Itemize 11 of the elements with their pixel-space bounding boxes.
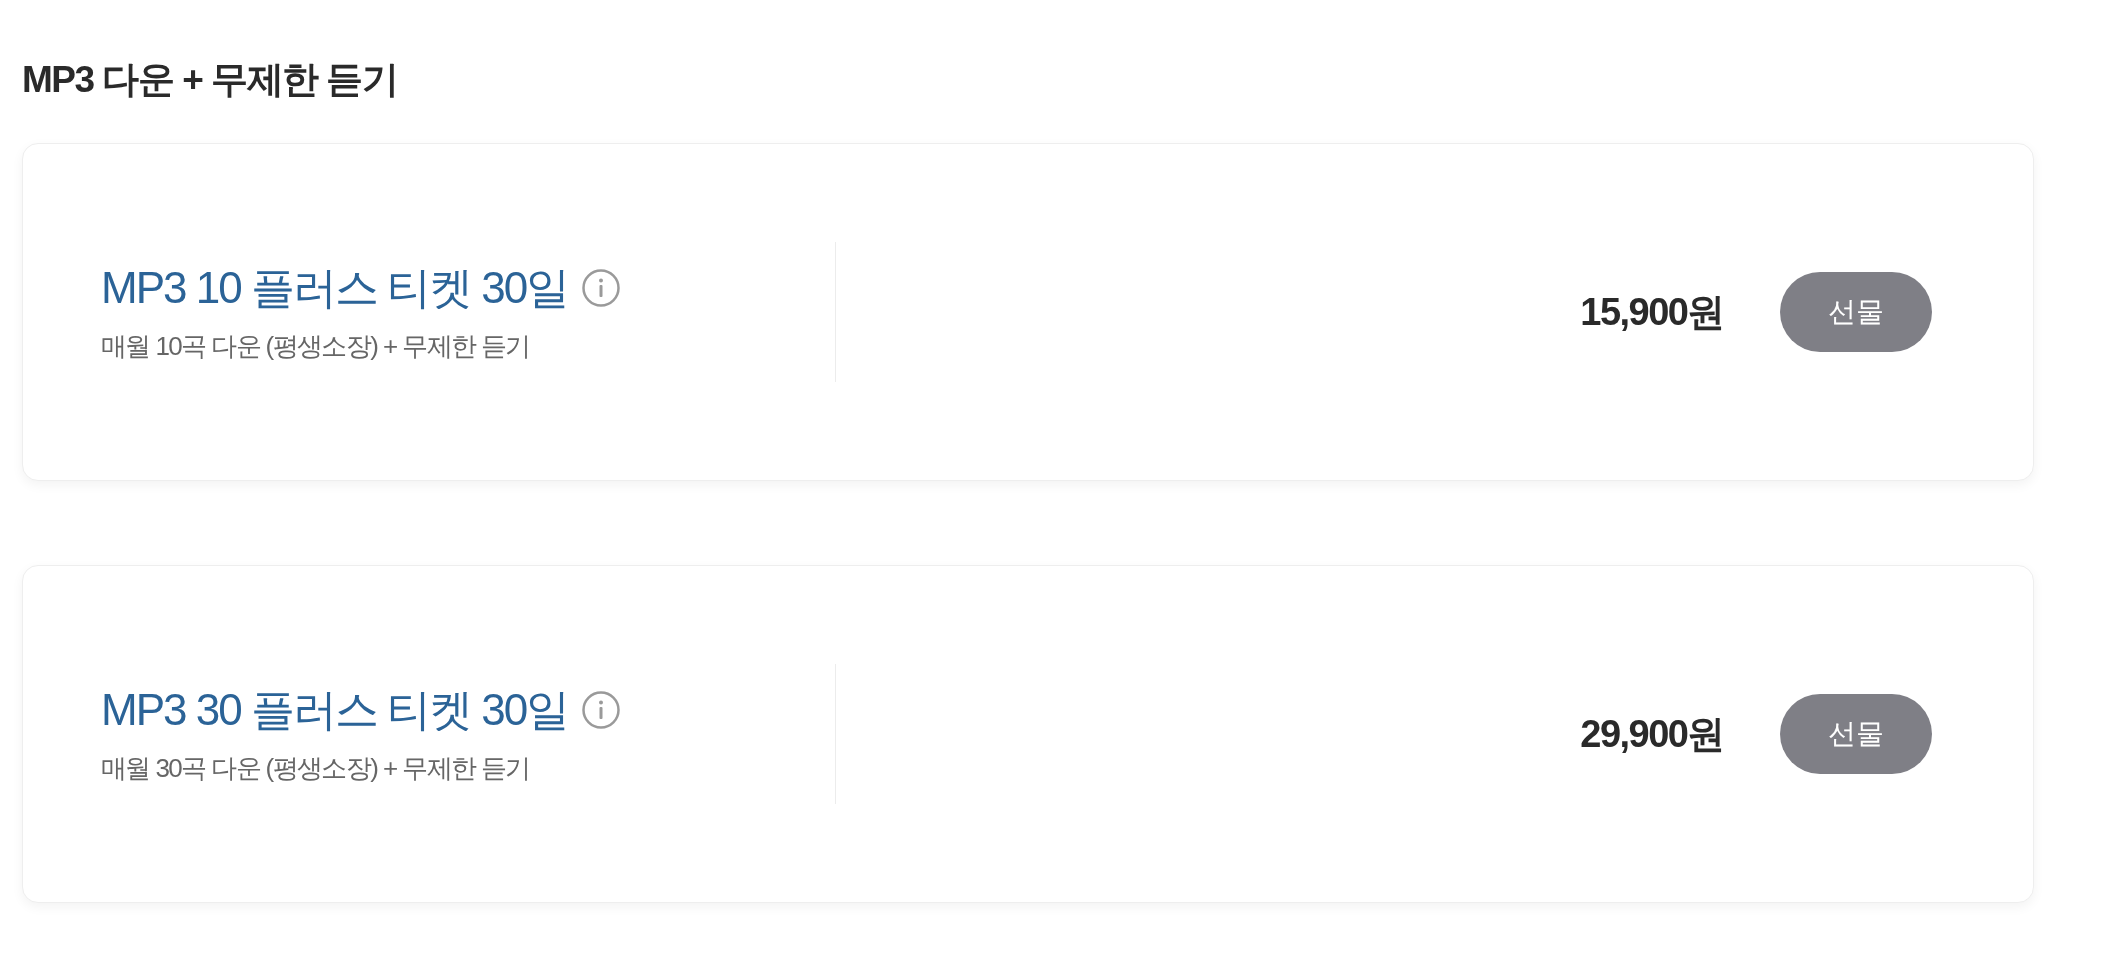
ticket-name: MP3 30 플러스 티켓 30일 — [101, 684, 569, 736]
ticket-description: 매월 30곡 다운 (평생소장) + 무제한 듣기 — [101, 752, 530, 785]
section-title: MP3 다운 + 무제한 듣기 — [22, 58, 398, 102]
gift-button[interactable]: 선물 — [1780, 272, 1932, 352]
ticket-price: 29,900원 — [1580, 712, 1724, 757]
info-icon[interactable] — [582, 691, 621, 729]
info-icon[interactable] — [582, 269, 621, 307]
ticket-description: 매월 10곡 다운 (평생소장) + 무제한 듣기 — [101, 330, 530, 363]
ticket-price: 15,900원 — [1580, 290, 1724, 335]
gift-button[interactable]: 선물 — [1780, 694, 1932, 774]
ticket-name: MP3 10 플러스 티켓 30일 — [101, 262, 569, 314]
